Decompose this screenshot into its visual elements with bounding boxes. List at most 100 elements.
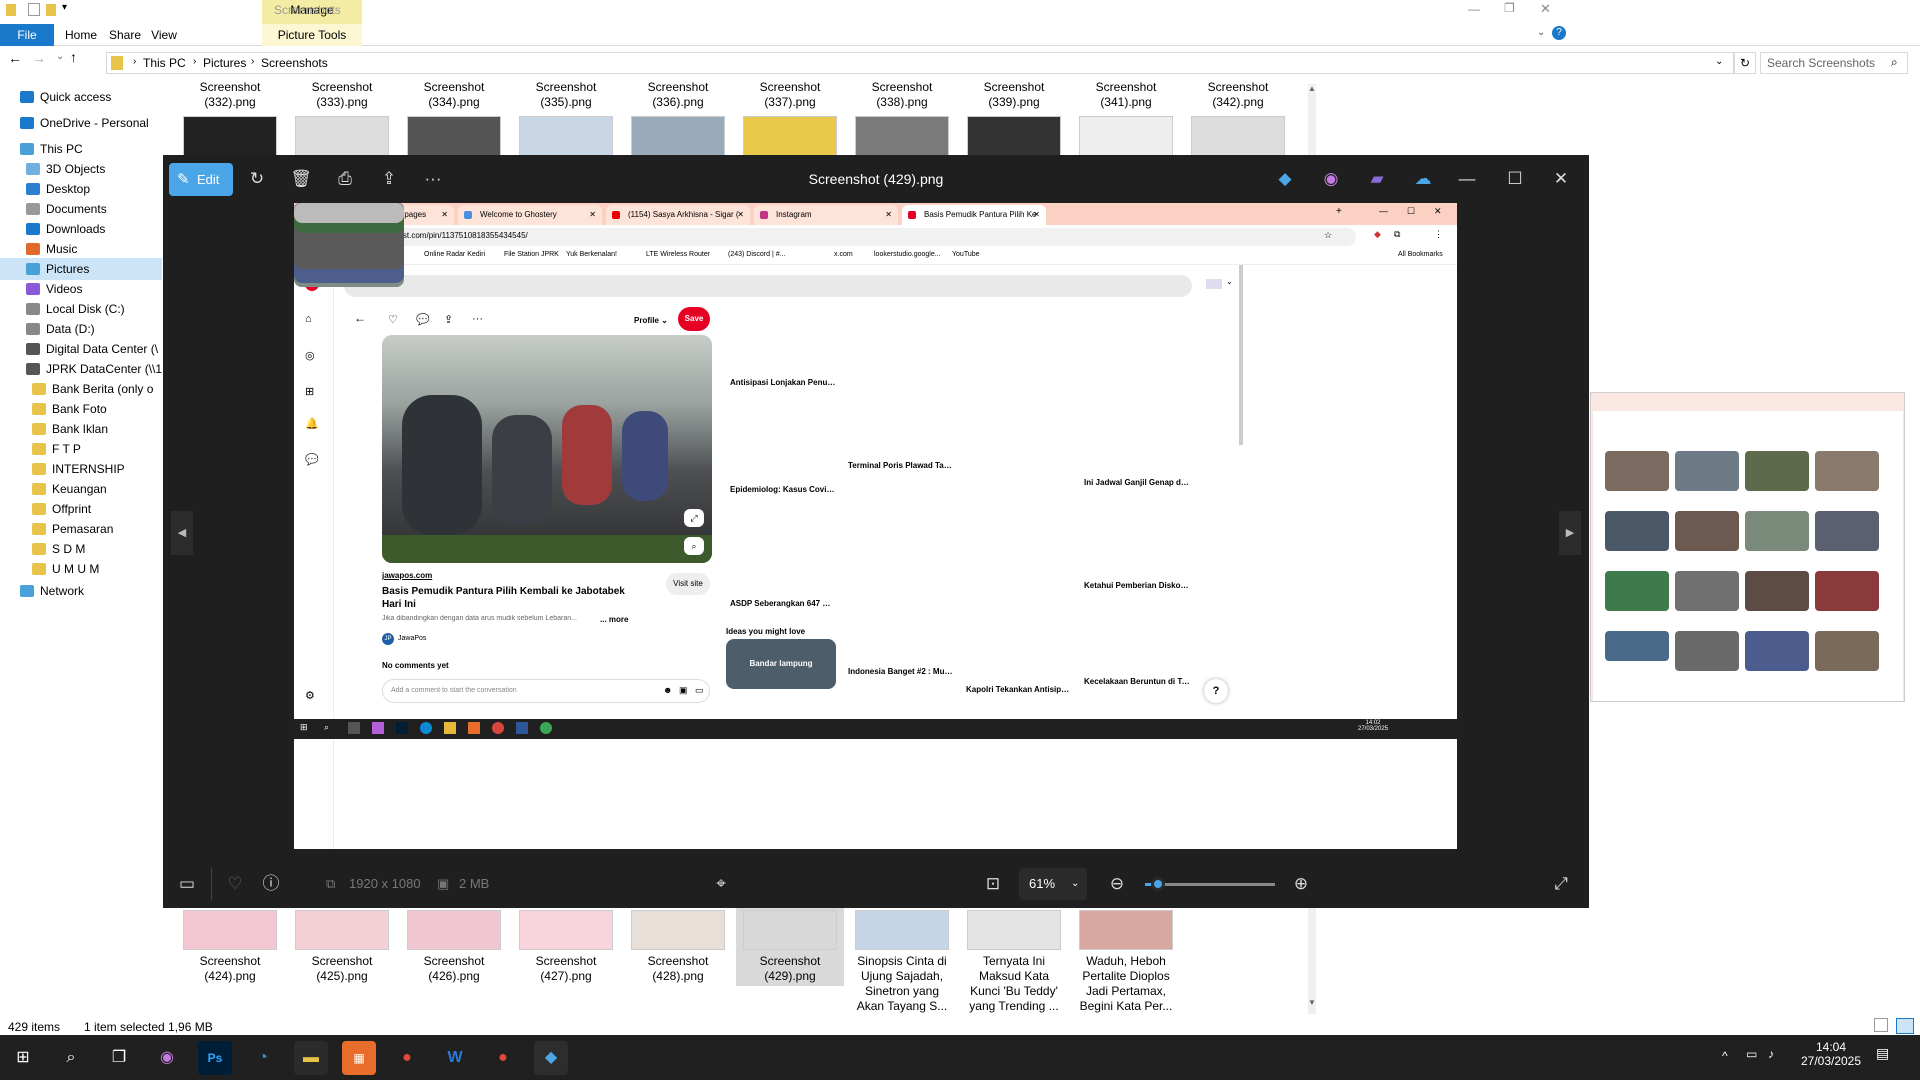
all-bookmarks[interactable]: All Bookmarks [1398,251,1443,258]
emoji-icon[interactable]: ☻ [663,685,672,695]
background-browser-window[interactable] [1590,392,1905,702]
nav-item-this-pc[interactable]: This PC [0,138,162,160]
file-name[interactable]: Waduh, Heboh Pertalite Dioplos Jadi Pert… [1076,954,1176,1014]
tab-close-icon[interactable]: ✕ [737,205,744,225]
nav-item-onedrive-personal[interactable]: OneDrive - Personal [0,112,162,134]
close-button[interactable]: ✕ [1540,1,1551,17]
nav-item-bank-foto[interactable]: Bank Foto [0,398,162,420]
file-name[interactable]: Screenshot (424).png [180,954,280,984]
back-arrow-icon[interactable]: ← [354,311,366,325]
breadcrumb-screenshots[interactable]: Screenshots [261,56,328,70]
browser-tab[interactable]: (1154) Sasya Arkhisna - Sigar (✕ [606,205,750,225]
browser-menu-icon[interactable]: ⋮ [1434,229,1443,240]
large-icons-view-icon[interactable] [1896,1018,1914,1034]
file-name[interactable]: Screenshot (338).png [852,80,952,110]
chrome-profile-icon[interactable]: ● [486,1041,520,1075]
avatar[interactable] [1206,279,1222,289]
more-options-icon[interactable]: ··· [417,163,449,195]
settings-icon[interactable]: ⚙ [305,689,315,702]
quick-access-dropdown-icon[interactable]: ▾ [62,2,67,13]
file-name[interactable]: Screenshot (333).png [292,80,392,110]
comment-icon[interactable]: 💬 [416,313,430,326]
file-thumbnail[interactable] [1079,910,1173,950]
nav-item-data-d-[interactable]: Data (D:) [0,318,162,340]
nav-item-pictures[interactable]: Pictures [0,258,162,280]
explore-icon[interactable]: ◎ [305,349,315,362]
nav-item-u-m-u-m[interactable]: U M U M [0,558,162,580]
file-thumbnail[interactable] [855,910,949,950]
file-name[interactable]: Screenshot (342).png [1188,80,1288,110]
nav-item-videos[interactable]: Videos [0,278,162,300]
bookmark-item[interactable]: x.com [834,251,853,258]
file-name[interactable]: Sinopsis Cinta di Ujung Sajadah, Sinetro… [852,954,952,1014]
nav-item-f-t-p[interactable]: F T P [0,438,162,460]
tab-home[interactable]: Home [56,24,106,46]
pin-main-image[interactable]: ⤢ ⌕ [382,335,712,563]
visit-site-button[interactable]: Visit site [666,573,710,595]
nav-item-desktop[interactable]: Desktop [0,178,162,200]
file-name[interactable]: Screenshot (334).png [404,80,504,110]
word-icon[interactable]: W [438,1041,472,1075]
file-thumbnail[interactable] [743,116,837,156]
zoom-select[interactable]: 61% ⌄ [1019,868,1087,900]
account-dropdown-icon[interactable]: ⌄ [1226,277,1233,286]
file-thumbnail[interactable] [1191,116,1285,156]
file-thumbnail[interactable] [967,910,1061,950]
search-screenshots-input[interactable]: Search Screenshots ⌕ [1760,52,1908,74]
clock[interactable]: 14:04 27/03/2025 [1796,1040,1866,1068]
network-icon[interactable]: ▭ [1746,1047,1757,1061]
bookmark-star-icon[interactable]: ☆ [1324,230,1332,241]
copilot-icon[interactable]: ◉ [150,1041,184,1075]
tab-close-icon[interactable]: ✕ [589,205,596,225]
help-button[interactable]: ? [1204,679,1228,703]
tab-close-icon[interactable]: ✕ [885,205,892,225]
file-thumbnail[interactable] [967,116,1061,156]
file-thumbnail[interactable] [855,116,949,156]
photos-viewer-window[interactable]: ✎ Edit ↻ 🗑 ⎙ ⇪ ··· Screenshot (429).png … [163,155,1589,908]
notification-icon[interactable]: ▤ [1876,1045,1889,1062]
nav-item-network[interactable]: Network [0,580,162,602]
previous-image-button[interactable]: ◀ [171,511,193,555]
show-hidden-icons[interactable]: ^ [1722,1049,1728,1063]
zoom-out-icon[interactable]: ⊖ [1101,868,1133,900]
file-name[interactable]: Screenshot (336).png [628,80,728,110]
nav-item-digital-data-center-[interactable]: Digital Data Center (\ [0,338,162,360]
nav-item-offprint[interactable]: Offprint [0,498,162,520]
browser-tab[interactable]: Basis Pemudik Pantura Pilih Ke ✕ [902,205,1046,225]
minimize-button[interactable]: — [1468,2,1480,16]
nav-item-jprk-datacenter-1[interactable]: JPRK DataCenter (\\1 [0,358,162,380]
visual-search-icon[interactable]: ⌖ [705,868,737,900]
file-name[interactable]: Screenshot (341).png [1076,80,1176,110]
bookmark-item[interactable]: (243) Discord | #... [728,251,785,258]
file-name[interactable]: Screenshot (428).png [628,954,728,984]
url-bar[interactable]: id.pinterest.com/pin/1137510818355434545… [356,228,1356,246]
chrome-icon[interactable]: ● [390,1041,424,1075]
nav-item-3d-objects[interactable]: 3D Objects [0,158,162,180]
address-dropdown-icon[interactable]: ⌄ [1715,56,1723,67]
file-thumbnail[interactable] [295,116,389,156]
photos-editor-icon[interactable]: ◆ [1269,163,1301,195]
file-name[interactable]: Screenshot (339).png [964,80,1064,110]
task-view-icon[interactable]: ❐ [102,1041,136,1075]
recent-locations-icon[interactable]: ⌄ [56,51,64,62]
breadcrumb-pictures[interactable]: Pictures [203,56,246,70]
address-bar[interactable]: › This PC › Pictures › Screenshots ⌄ [106,52,1734,74]
onedrive-icon[interactable]: ☁ [1407,163,1439,195]
nav-item-bank-berita-only-o[interactable]: Bank Berita (only o [0,378,162,400]
viewer-maximize-button[interactable]: ☐ [1499,163,1531,195]
more-link[interactable]: ... more [600,615,628,624]
designer-icon[interactable]: ◉ [1315,163,1347,195]
app-icon[interactable]: ▦ [342,1041,376,1075]
nav-item-documents[interactable]: Documents [0,198,162,220]
browser-tab[interactable]: Welcome to Ghostery ✕ [458,205,602,225]
file-name[interactable]: Screenshot (427).png [516,954,616,984]
file-explorer-icon[interactable]: ▬ [294,1041,328,1075]
ribbon-expand-icon[interactable]: ⌄ [1537,27,1545,38]
file-thumbnail[interactable] [631,910,725,950]
zoom-in-icon[interactable]: ⊕ [1285,868,1317,900]
bookmark-item[interactable]: Yuk Berkenalan! [566,251,617,258]
file-thumbnail[interactable] [1079,116,1173,156]
back-arrow-icon[interactable]: ← [8,50,22,66]
nav-item-downloads[interactable]: Downloads [0,218,162,240]
related-pin-image[interactable] [294,203,404,223]
